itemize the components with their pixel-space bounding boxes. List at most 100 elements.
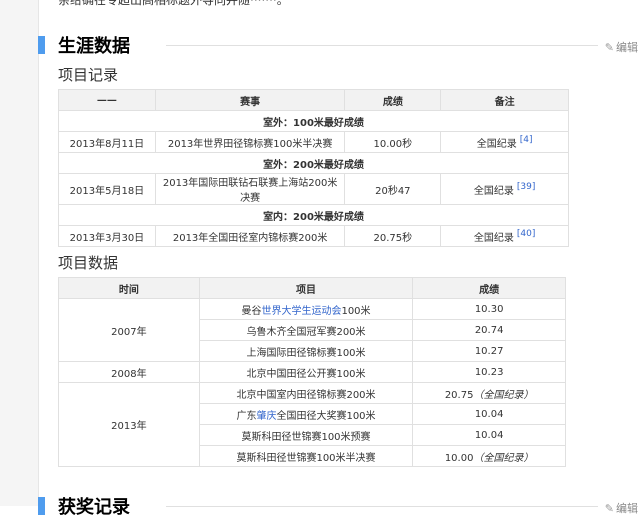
result-value: 10.04: [474, 408, 504, 420]
stat-result: 10.27: [412, 340, 566, 362]
stats-table: 时间 项目 成绩 2007年 曼谷世界大学生运动会100米 10.30 乌鲁木齐…: [58, 277, 566, 467]
event-text: 北京中国田径公开赛100米: [246, 368, 366, 380]
table-row: 2013年5月18日 2013年国际田联钻石联赛上海站200米决赛 20秒47 …: [58, 173, 569, 205]
result-note: （全国纪录）: [473, 389, 534, 401]
group-label: 室外：200米最好成绩: [58, 152, 569, 174]
column-header: ——: [58, 89, 156, 111]
record-result: 20.75秒: [344, 225, 442, 247]
stat-result: 10.00（全国纪录）: [412, 445, 566, 467]
intro-text-tail: 亲给确在专超出高相标题外等同并随·······。: [58, 0, 289, 7]
result-value: 10.27: [474, 345, 504, 357]
year-cell: 2007年: [58, 298, 200, 362]
record-event: 2013年世界田径锦标赛100米半决赛: [154, 131, 346, 153]
event-link[interactable]: 世界大学生运动会: [261, 306, 341, 317]
stat-result: 20.74: [412, 319, 566, 341]
event-text: 莫斯科田径世锦赛100米半决赛: [236, 452, 376, 464]
column-header: 时间: [58, 277, 200, 299]
event-text: 100米: [341, 305, 371, 317]
record-note-cell: 全国纪录 [40]: [440, 225, 569, 247]
section-accent-bar: [38, 497, 45, 515]
record-note: 全国纪录: [473, 185, 514, 197]
records-table: —— 赛事 成绩 备注 室外：100米最好成绩 2013年8月11日 2013年…: [58, 89, 569, 247]
event-text: 曼谷: [241, 305, 262, 317]
stat-event: 莫斯科田径世锦赛100米半决赛: [198, 445, 414, 467]
stat-event: 上海国际田径锦标赛100米: [198, 340, 414, 362]
table-header-row: —— 赛事 成绩 备注: [58, 89, 569, 111]
result-value: 10.30: [474, 303, 504, 315]
pencil-icon: ✎: [604, 501, 614, 515]
record-result: 10.00秒: [344, 131, 442, 153]
reference-link[interactable]: [40]: [517, 229, 535, 239]
event-text: 莫斯科田径世锦赛100米预赛: [241, 431, 371, 443]
record-event: 2013年全国田径室内锦标赛200米: [154, 225, 346, 247]
stat-result: 10.04: [412, 424, 566, 446]
record-note: 全国纪录: [476, 138, 517, 150]
edit-label: 编辑: [616, 502, 638, 515]
event-link[interactable]: 肇庆: [256, 411, 276, 422]
reference-link[interactable]: [39]: [517, 182, 535, 192]
reference-link[interactable]: [4]: [520, 135, 533, 145]
table-row: 2008年 北京中国田径公开赛100米 10.23: [58, 361, 566, 383]
stat-event: 莫斯科田径世锦赛100米预赛: [198, 424, 414, 446]
group-row: 室外：200米最好成绩: [58, 152, 569, 174]
result-value: 10.00: [444, 452, 474, 464]
result-value: 10.23: [474, 366, 504, 378]
record-note-cell: 全国纪录 [39]: [440, 173, 569, 205]
record-event: 2013年国际田联钻石联赛上海站200米决赛: [154, 173, 346, 205]
section-divider: [166, 45, 598, 46]
event-text: 上海国际田径锦标赛100米: [246, 347, 366, 359]
edit-link[interactable]: ✎ 编辑: [605, 500, 638, 516]
edit-link[interactable]: ✎ 编辑: [605, 39, 638, 55]
event-text: 全国田径大奖赛100米: [276, 410, 376, 422]
column-header: 赛事: [154, 89, 346, 111]
edit-label: 编辑: [616, 41, 638, 54]
stat-event: 曼谷世界大学生运动会100米: [198, 298, 414, 320]
section-header-career: 生涯数据 ✎ 编辑: [38, 33, 640, 59]
record-date: 2013年5月18日: [58, 173, 156, 205]
result-value: 20.75: [444, 389, 474, 401]
table-row: 2007年 曼谷世界大学生运动会100米 10.30: [58, 298, 566, 362]
year-cell: 2008年: [58, 361, 200, 383]
table-row: 2013年3月30日 2013年全国田径室内锦标赛200米 20.75秒 全国纪…: [58, 225, 569, 247]
result-note: （全国纪录）: [473, 452, 534, 464]
stats-title: 项目数据: [58, 254, 119, 272]
pencil-icon: ✎: [604, 40, 614, 54]
section-header-awards: 获奖记录 ✎ 编辑: [38, 494, 640, 520]
record-date: 2013年3月30日: [58, 225, 156, 247]
stat-event: 北京中国室内田径锦标赛200米: [198, 382, 414, 404]
stat-result: 20.75（全国纪录）: [412, 382, 566, 404]
stat-event: 广东肇庆全国田径大奖赛100米: [198, 403, 414, 425]
record-note: 全国纪录: [473, 232, 514, 244]
result-value: 10.04: [474, 429, 504, 441]
event-text: 北京中国室内田径锦标赛200米: [236, 389, 376, 401]
record-result: 20秒47: [344, 173, 442, 205]
table-row: 2013年 北京中国室内田径锦标赛200米 20.75（全国纪录）: [58, 382, 566, 467]
group-label: 室内：200米最好成绩: [58, 204, 569, 226]
stat-result: 10.23: [412, 361, 566, 383]
records-title: 项目记录: [58, 66, 119, 84]
column-header: 备注: [440, 89, 569, 111]
result-value: 20.74: [474, 324, 504, 336]
year-cell: 2013年: [58, 382, 200, 467]
stat-result: 10.30: [412, 298, 566, 320]
section-divider: [166, 506, 598, 507]
column-header: 成绩: [344, 89, 442, 111]
table-header-row: 时间 项目 成绩: [58, 277, 566, 299]
stat-event: 北京中国田径公开赛100米: [198, 361, 414, 383]
event-text: 广东: [236, 410, 257, 422]
section-accent-bar: [38, 36, 45, 54]
record-date: 2013年8月11日: [58, 131, 156, 153]
group-row: 室外：100米最好成绩: [58, 110, 569, 132]
stat-result: 10.04: [412, 403, 566, 425]
group-row: 室内：200米最好成绩: [58, 204, 569, 226]
stat-event: 乌鲁木齐全国冠军赛200米: [198, 319, 414, 341]
column-header: 成绩: [412, 277, 566, 299]
event-text: 乌鲁木齐全国冠军赛200米: [246, 326, 366, 338]
left-rail: [0, 0, 39, 506]
group-label: 室外：100米最好成绩: [58, 110, 569, 132]
section-title: 获奖记录: [58, 497, 130, 518]
column-header: 项目: [198, 277, 414, 299]
table-row: 2013年8月11日 2013年世界田径锦标赛100米半决赛 10.00秒 全国…: [58, 131, 569, 153]
record-note-cell: 全国纪录 [4]: [440, 131, 569, 153]
section-title: 生涯数据: [58, 36, 130, 57]
